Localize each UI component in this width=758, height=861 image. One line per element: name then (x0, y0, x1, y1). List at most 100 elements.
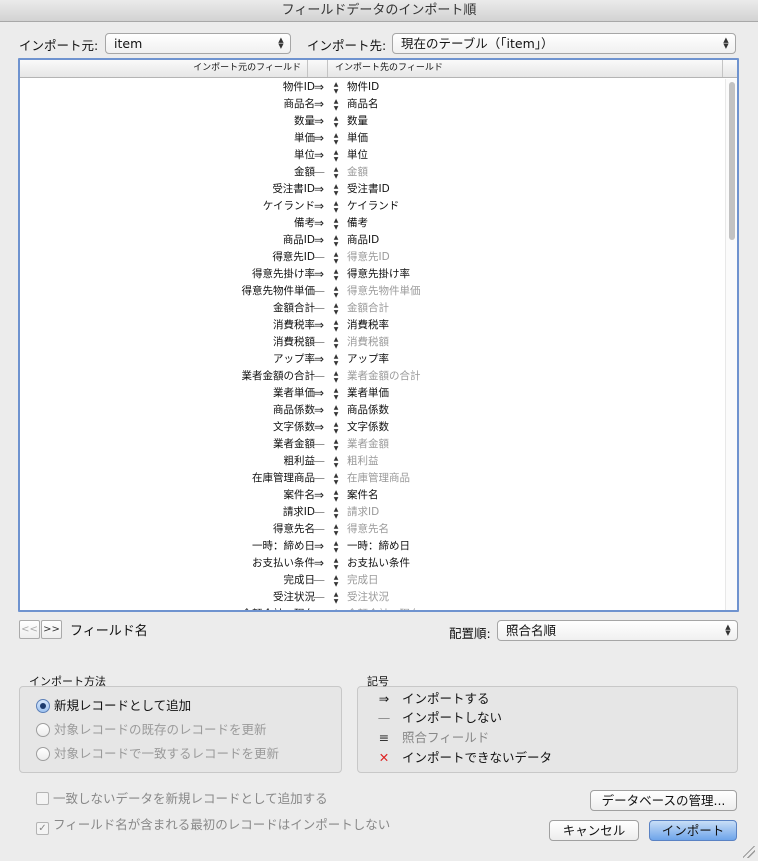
table-row[interactable]: 業者単価 ⇒ ▲ ▼ 業者単価 (20, 385, 725, 402)
no-import-dash-icon[interactable]: — (310, 572, 328, 589)
arrange-popup[interactable]: 照合名順 ▲ ▼ (497, 620, 738, 641)
import-arrow-icon[interactable]: ⇒ (310, 487, 328, 504)
reorder-handle-icon[interactable]: ▲▼ (331, 300, 341, 316)
skip-first-record-checkbox[interactable]: ✓ フィールド名が含まれる最初のレコードはインポートしない (36, 816, 390, 835)
reorder-handle-icon[interactable]: ▲▼ (331, 385, 341, 401)
no-import-dash-icon[interactable]: — (310, 334, 328, 351)
table-row[interactable]: 備考 ⇒ ▲ ▼ 備考 (20, 215, 725, 232)
radio-update-matching[interactable]: 対象レコードで一致するレコードを更新 (36, 745, 279, 763)
reorder-handle-icon[interactable]: ▲▼ (331, 96, 341, 112)
reorder-handle-icon[interactable]: ▲▼ (331, 470, 341, 486)
import-arrow-icon[interactable]: ⇒ (310, 215, 328, 232)
import-arrow-icon[interactable]: ⇒ (310, 266, 328, 283)
table-row[interactable]: 一時：締め日 ⇒ ▲ ▼ 一時：締め日 (20, 538, 725, 555)
import-arrow-icon[interactable]: ⇒ (310, 79, 328, 96)
reorder-handle-icon[interactable]: ▲▼ (331, 147, 341, 163)
import-arrow-icon[interactable]: ⇒ (310, 232, 328, 249)
radio-add-new-records[interactable]: 新規レコードとして追加 (36, 697, 191, 715)
table-row[interactable]: 金額合計 — ▲ ▼ 金額合計 (20, 300, 725, 317)
table-row[interactable]: 受注状況 — ▲ ▼ 受注状況 (20, 589, 725, 606)
import-arrow-icon[interactable]: ⇒ (310, 538, 328, 555)
no-import-dash-icon[interactable]: — (310, 589, 328, 606)
reorder-handle-icon[interactable]: ▲▼ (331, 368, 341, 384)
reorder-handle-icon[interactable]: ▲▼ (331, 572, 341, 588)
scrollbar-thumb[interactable] (729, 82, 735, 240)
reorder-handle-icon[interactable]: ▲▼ (331, 555, 341, 571)
reorder-handle-icon[interactable]: ▲▼ (331, 538, 341, 554)
no-import-dash-icon[interactable]: — (310, 249, 328, 266)
source-field-header[interactable]: インポート元のフィールド (20, 60, 308, 77)
table-row[interactable]: 単価 ⇒ ▲ ▼ 単価 (20, 130, 725, 147)
table-scrollbar[interactable] (725, 79, 737, 610)
reorder-handle-icon[interactable]: ▲▼ (331, 232, 341, 248)
no-import-dash-icon[interactable]: — (310, 164, 328, 181)
import-arrow-icon[interactable]: ⇒ (310, 147, 328, 164)
no-import-dash-icon[interactable]: — (310, 504, 328, 521)
no-import-dash-icon[interactable]: — (310, 436, 328, 453)
table-row[interactable]: 文字係数 ⇒ ▲ ▼ 文字係数 (20, 419, 725, 436)
reorder-handle-icon[interactable]: ▲▼ (331, 487, 341, 503)
table-row[interactable]: 金額 — ▲ ▼ 金額 (20, 164, 725, 181)
resize-grip-icon[interactable] (743, 846, 755, 858)
table-row[interactable]: アップ率 ⇒ ▲ ▼ アップ率 (20, 351, 725, 368)
import-button[interactable]: インポート (649, 820, 737, 841)
reorder-handle-icon[interactable]: ▲▼ (331, 453, 341, 469)
source-popup[interactable]: item ▲ ▼ (105, 33, 291, 54)
reorder-handle-icon[interactable]: ▲▼ (331, 283, 341, 299)
import-arrow-icon[interactable]: ⇒ (310, 402, 328, 419)
reorder-handle-icon[interactable]: ▲▼ (331, 198, 341, 214)
import-arrow-icon[interactable]: ⇒ (310, 351, 328, 368)
reorder-handle-icon[interactable]: ▲▼ (331, 113, 341, 129)
table-row[interactable]: 受注書ID ⇒ ▲ ▼ 受注書ID (20, 181, 725, 198)
no-import-dash-icon[interactable]: — (310, 606, 328, 610)
import-arrow-icon[interactable]: ⇒ (310, 181, 328, 198)
reorder-handle-icon[interactable]: ▲▼ (331, 130, 341, 146)
table-row[interactable]: 消費税額 — ▲ ▼ 消費税額 (20, 334, 725, 351)
table-row[interactable]: ケイランド ⇒ ▲ ▼ ケイランド (20, 198, 725, 215)
reorder-handle-icon[interactable]: ▲▼ (331, 317, 341, 333)
table-row[interactable]: 消費税率 ⇒ ▲ ▼ 消費税率 (20, 317, 725, 334)
reorder-handle-icon[interactable]: ▲▼ (331, 334, 341, 350)
field-mapping-table[interactable]: インポート元のフィールド インポート先のフィールド 物件ID ⇒ ▲ ▼ 物件ID 商品名… (18, 58, 739, 612)
import-arrow-icon[interactable]: ⇒ (310, 317, 328, 334)
table-row[interactable]: 得意先物件単価 — ▲ ▼ 得意先物件単価 (20, 283, 725, 300)
table-row[interactable]: 在庫管理商品 — ▲ ▼ 在庫管理商品 (20, 470, 725, 487)
import-arrow-icon[interactable]: ⇒ (310, 130, 328, 147)
no-import-dash-icon[interactable]: — (310, 300, 328, 317)
import-arrow-icon[interactable]: ⇒ (310, 555, 328, 572)
table-row[interactable]: 粗利益 — ▲ ▼ 粗利益 (20, 453, 725, 470)
no-import-dash-icon[interactable]: — (310, 521, 328, 538)
table-row[interactable]: 数量 ⇒ ▲ ▼ 数量 (20, 113, 725, 130)
reorder-handle-icon[interactable]: ▲▼ (331, 266, 341, 282)
reorder-handle-icon[interactable]: ▲▼ (331, 181, 341, 197)
table-row[interactable]: 案件名 ⇒ ▲ ▼ 案件名 (20, 487, 725, 504)
reorder-handle-icon[interactable]: ▲▼ (331, 589, 341, 605)
table-row[interactable]: 商品係数 ⇒ ▲ ▼ 商品係数 (20, 402, 725, 419)
prev-field-button[interactable]: << (19, 620, 40, 639)
reorder-handle-icon[interactable]: ▲▼ (331, 521, 341, 537)
reorder-handle-icon[interactable]: ▲▼ (331, 79, 341, 95)
reorder-handle-icon[interactable]: ▲▼ (331, 215, 341, 231)
no-import-dash-icon[interactable]: — (310, 453, 328, 470)
table-row[interactable]: 単位 ⇒ ▲ ▼ 単位 (20, 147, 725, 164)
import-arrow-icon[interactable]: ⇒ (310, 96, 328, 113)
cancel-button[interactable]: キャンセル (549, 820, 639, 841)
reorder-handle-icon[interactable]: ▲▼ (331, 419, 341, 435)
manage-database-button[interactable]: データベースの管理... (590, 790, 737, 811)
import-arrow-icon[interactable]: ⇒ (310, 113, 328, 130)
table-row[interactable]: 完成日 — ▲ ▼ 完成日 (20, 572, 725, 589)
table-row[interactable]: 商品ID ⇒ ▲ ▼ 商品ID (20, 232, 725, 249)
table-row[interactable]: 得意先掛け率 ⇒ ▲ ▼ 得意先掛け率 (20, 266, 725, 283)
import-arrow-icon[interactable]: ⇒ (310, 419, 328, 436)
reorder-handle-icon[interactable]: ▲▼ (331, 606, 341, 610)
table-row[interactable]: 金額合計＿現在—▲▼金額合計＿現在 (20, 606, 725, 610)
no-import-dash-icon[interactable]: — (310, 368, 328, 385)
next-field-button[interactable]: >> (41, 620, 62, 639)
target-field-header[interactable]: インポート先のフィールド (333, 60, 723, 77)
add-unmatched-checkbox[interactable]: 一致しないデータを新規レコードとして追加する (36, 790, 328, 808)
table-row[interactable]: お支払い条件 ⇒ ▲ ▼ お支払い条件 (20, 555, 725, 572)
reorder-handle-icon[interactable]: ▲▼ (331, 164, 341, 180)
radio-update-existing[interactable]: 対象レコードの既存のレコードを更新 (36, 721, 267, 739)
reorder-handle-icon[interactable]: ▲▼ (331, 436, 341, 452)
table-row[interactable]: 得意先ID — ▲ ▼ 得意先ID (20, 249, 725, 266)
